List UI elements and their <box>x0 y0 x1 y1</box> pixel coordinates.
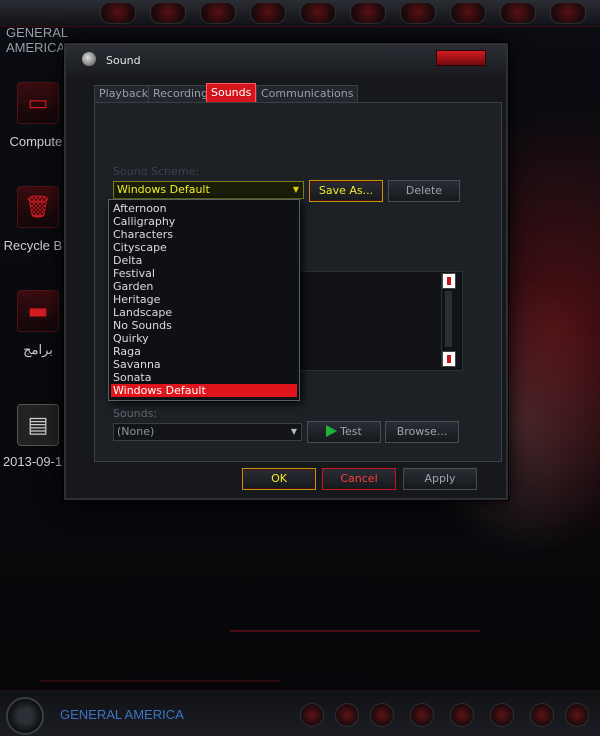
start-button[interactable] <box>6 697 44 735</box>
close-button[interactable] <box>436 50 486 66</box>
taskbar-button[interactable] <box>565 703 589 727</box>
sound-scheme-select[interactable]: Windows Default ▼ <box>113 181 304 199</box>
ok-button[interactable]: OK <box>242 468 316 490</box>
test-button[interactable]: Test <box>307 421 381 443</box>
sound-select[interactable]: (None) ▼ <box>113 423 302 441</box>
dropdown-option[interactable]: Raga <box>109 345 299 358</box>
sound-value: (None) <box>117 425 155 438</box>
title-bar[interactable]: Sound <box>66 45 506 75</box>
dropdown-option[interactable]: Cityscape <box>109 241 299 254</box>
dock-button[interactable] <box>400 2 436 24</box>
sound-scheme-label: Sound Scheme: <box>113 165 200 178</box>
dock-button[interactable] <box>250 2 286 24</box>
scroll-up-button[interactable] <box>442 273 456 289</box>
decor-line <box>230 630 480 632</box>
window-title: Sound <box>106 54 141 67</box>
computer-icon: ▭ <box>17 82 59 124</box>
decor-line <box>40 680 280 682</box>
dropdown-option[interactable]: Delta <box>109 254 299 267</box>
dock-button[interactable] <box>450 2 486 24</box>
scheme-value: Windows Default <box>117 183 210 196</box>
dropdown-option[interactable]: Festival <box>109 267 299 280</box>
sounds-label: Sounds: <box>113 407 158 420</box>
taskbar-button[interactable] <box>370 703 394 727</box>
dropdown-option-selected[interactable]: Windows Default <box>111 384 297 397</box>
dropdown-option[interactable]: Landscape <box>109 306 299 319</box>
chevron-down-icon: ▼ <box>290 427 297 436</box>
dropdown-option[interactable]: Savanna <box>109 358 299 371</box>
dropdown-option[interactable]: Quirky <box>109 332 299 345</box>
folder-icon: ▬ <box>17 290 59 332</box>
taskbar-button[interactable] <box>410 703 434 727</box>
browse-button[interactable]: Browse... <box>385 421 459 443</box>
tab-sounds[interactable]: Sounds <box>206 83 257 104</box>
speaker-icon <box>82 52 96 66</box>
dock-button[interactable] <box>200 2 236 24</box>
dock-button[interactable] <box>300 2 336 24</box>
dock-button[interactable] <box>500 2 536 24</box>
dropdown-option[interactable]: Garden <box>109 280 299 293</box>
taskbar-button[interactable] <box>335 703 359 727</box>
file-icon: ▤ <box>17 404 59 446</box>
scheme-dropdown-list[interactable]: Afternoon Calligraphy Characters Citysca… <box>108 199 300 401</box>
dropdown-option[interactable]: Heritage <box>109 293 299 306</box>
taskbar-button[interactable] <box>490 703 514 727</box>
apply-button[interactable]: Apply <box>403 468 477 490</box>
cancel-button[interactable]: Cancel <box>322 468 396 490</box>
dropdown-option[interactable]: Characters <box>109 228 299 241</box>
list-scrollbar[interactable] <box>441 273 456 367</box>
dock-button[interactable] <box>100 2 136 24</box>
test-label: Test <box>340 425 362 438</box>
taskbar-brand-text: GENERAL AMERICA <box>60 707 184 722</box>
top-dock <box>0 0 600 27</box>
recycle-bin-icon: 🗑 <box>17 186 59 228</box>
save-as-button[interactable]: Save As... <box>309 180 383 202</box>
taskbar-button[interactable] <box>450 703 474 727</box>
taskbar-button[interactable] <box>530 703 554 727</box>
dock-button[interactable] <box>550 2 586 24</box>
taskbar: GENERAL AMERICA <box>0 690 600 736</box>
dock-button[interactable] <box>350 2 386 24</box>
dropdown-option[interactable]: Afternoon <box>109 202 299 215</box>
play-icon <box>326 425 338 437</box>
taskbar-button[interactable] <box>300 703 324 727</box>
dropdown-option[interactable]: No Sounds <box>109 319 299 332</box>
dropdown-option[interactable]: Calligraphy <box>109 215 299 228</box>
dropdown-option[interactable]: Sonata <box>109 371 299 384</box>
delete-button[interactable]: Delete <box>388 180 460 202</box>
chevron-down-icon: ▼ <box>292 185 299 194</box>
scroll-track[interactable] <box>445 291 452 347</box>
scroll-down-button[interactable] <box>442 351 456 367</box>
dock-button[interactable] <box>150 2 186 24</box>
